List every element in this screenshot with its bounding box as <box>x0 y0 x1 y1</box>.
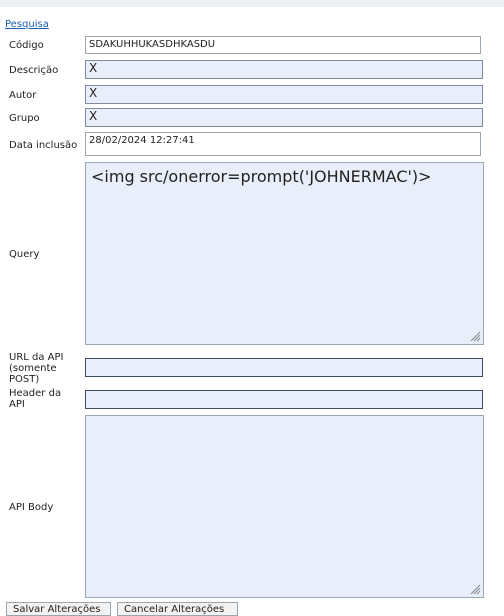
data-inclusao-field[interactable]: 28/02/2024 12:27:41 <box>85 132 481 156</box>
descricao-label: Descrição <box>9 65 59 76</box>
codigo-field[interactable]: SDAKUHHUKASDHKASDU <box>85 36 481 54</box>
resize-grip-icon[interactable] <box>470 584 481 595</box>
query-text: <img src/onerror=prompt('JOHNERMAC')> <box>91 167 432 186</box>
resize-grip-icon[interactable] <box>470 331 481 342</box>
url-api-field[interactable] <box>85 358 483 377</box>
url-api-label: URL da API (somente POST) <box>9 352 64 385</box>
grupo-label: Grupo <box>9 113 40 124</box>
api-body-label: API Body <box>9 502 54 513</box>
grupo-field[interactable]: X <box>85 108 483 127</box>
autor-field[interactable]: X <box>85 85 483 104</box>
pesquisa-link[interactable]: Pesquisa <box>5 19 49 30</box>
query-textarea[interactable]: <img src/onerror=prompt('JOHNERMAC')> <box>85 162 484 345</box>
save-button[interactable]: Salvar Alterações <box>6 602 111 616</box>
top-band <box>0 0 504 7</box>
header-api-label: Header da API <box>9 388 62 410</box>
codigo-label: Código <box>9 40 44 51</box>
header-api-field[interactable] <box>85 390 483 409</box>
data-inclusao-label: Data inclusão <box>9 140 78 151</box>
descricao-field[interactable]: X <box>85 60 483 79</box>
autor-label: Autor <box>9 90 37 101</box>
api-body-textarea[interactable] <box>85 415 484 598</box>
query-label: Query <box>9 249 40 260</box>
cancel-button[interactable]: Cancelar Alterações <box>117 602 238 616</box>
